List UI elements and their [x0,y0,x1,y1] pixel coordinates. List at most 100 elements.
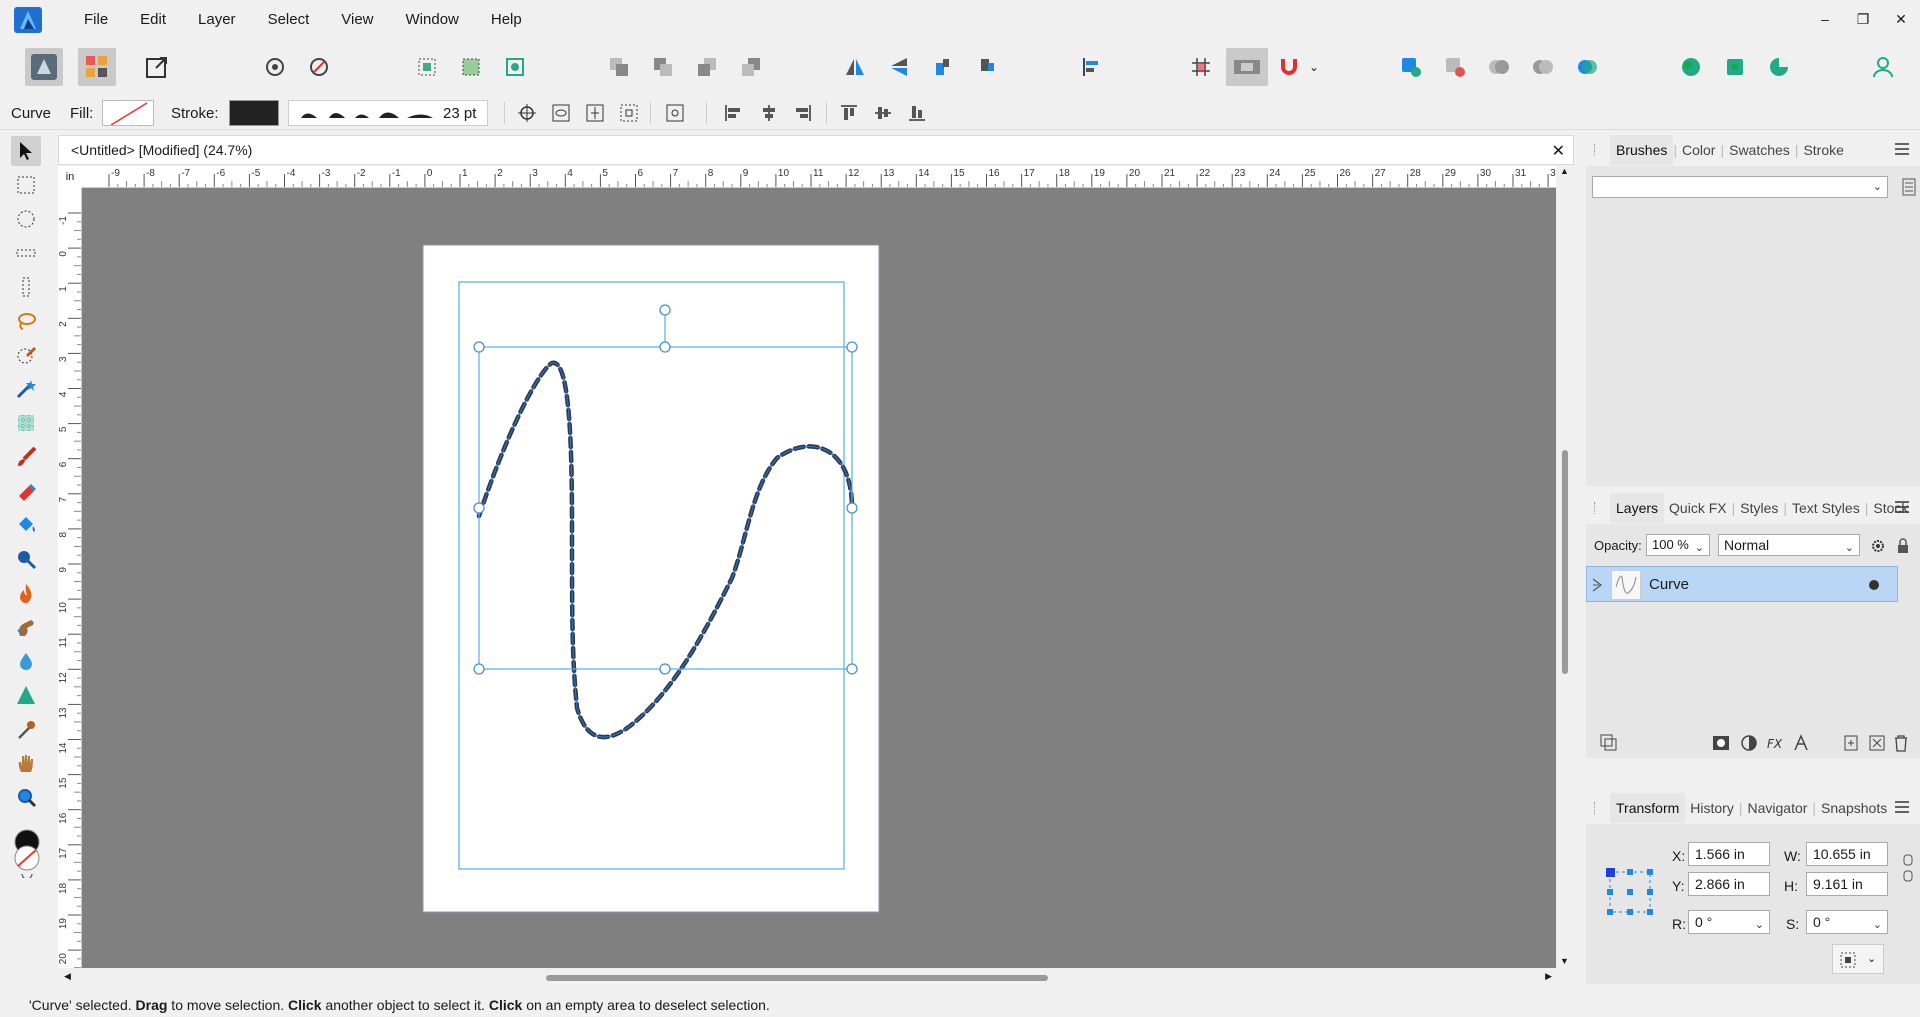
align-left-button[interactable] [720,101,746,125]
view-tool[interactable] [11,748,41,778]
snapping-options-button[interactable] [662,101,688,125]
anchor-point-selector[interactable] [1606,868,1654,916]
brush-category-select[interactable]: ⌄ [1592,176,1888,198]
mask-layer-icon[interactable] [1712,734,1730,752]
color-wells[interactable] [10,828,44,878]
add-layer-icon[interactable] [1842,734,1860,752]
move-tool[interactable] [11,136,41,166]
burn-brush-tool[interactable] [11,578,41,608]
blend-mode-select[interactable]: Normal ⌄ [1718,534,1860,556]
minimize-button[interactable]: – [1806,0,1844,38]
selection-brush-tool[interactable] [11,340,41,370]
adjustment-layer-icon[interactable] [1740,734,1758,752]
panel-menu-icon[interactable] [1894,800,1910,814]
layer-expand-icon[interactable] [1591,577,1603,593]
fill-swatch[interactable] [102,100,154,126]
show-grid-button[interactable] [1182,48,1220,86]
brush-width-control[interactable]: 23 pt [288,100,488,126]
deselect-button[interactable] [452,48,490,86]
canvas-viewport[interactable] [82,188,1556,968]
erase-brush-tool[interactable] [11,476,41,506]
view-mode-button[interactable] [1226,48,1268,86]
move-back-one-button[interactable] [644,48,682,86]
rotation-field[interactable]: 0 ° ⌄ [1688,910,1770,934]
scroll-down-icon[interactable]: ▼ [1560,956,1569,966]
elliptical-marquee-tool[interactable] [11,204,41,234]
tab-quick-fx[interactable]: Quick FX [1664,500,1732,516]
insert-top-button[interactable] [1760,48,1798,86]
y-field[interactable]: 2.866 in [1688,872,1770,896]
select-all-button[interactable] [408,48,446,86]
vertical-scroll-thumb[interactable] [1562,450,1568,674]
tab-history[interactable]: History [1685,800,1739,816]
tab-navigator[interactable]: Navigator [1742,800,1812,816]
xor-boolean-button[interactable] [1524,48,1562,86]
transform-options-button[interactable]: ⌄ [1832,944,1884,974]
rotate-left-button[interactable] [924,48,962,86]
transform-origin-button[interactable] [514,101,540,125]
close-document-icon[interactable]: ✕ [1552,141,1565,161]
fill-tool[interactable] [11,510,41,540]
snapping-toggle-button[interactable] [1270,48,1308,86]
tab-stroke[interactable]: Stroke [1798,142,1848,158]
link-aspect-icon[interactable] [1902,854,1914,882]
alignment-button[interactable] [1072,48,1110,86]
menu-file[interactable]: File [68,0,124,40]
delete-layer-icon[interactable] [1892,734,1910,752]
horizontal-scrollbar[interactable]: ◀ ▶ [58,968,1556,988]
column-marquee-tool[interactable] [11,272,41,302]
export-persona-button[interactable] [138,48,176,86]
layer-arrange-icon[interactable] [1600,734,1618,752]
designer-persona-button[interactable] [25,48,63,86]
document-tab[interactable]: <Untitled> [Modified] (24.7%) ✕ [58,135,1574,165]
tab-text-styles[interactable]: Text Styles [1787,500,1865,516]
divide-boolean-button[interactable] [1568,48,1606,86]
move-forward-one-button[interactable] [688,48,726,86]
rectangular-marquee-tool[interactable] [11,170,41,200]
blur-brush-tool[interactable] [11,646,41,676]
add-group-icon[interactable] [1868,734,1886,752]
menu-edit[interactable]: Edit [124,0,182,40]
paint-brush-tool[interactable] [11,442,41,472]
tab-styles[interactable]: Styles [1735,500,1783,516]
account-button[interactable] [1864,48,1902,86]
restore-button[interactable]: ❐ [1844,0,1882,38]
resize-handle-bottom[interactable] [659,663,671,675]
align-bottom-button[interactable] [904,101,930,125]
tab-snapshots[interactable]: Snapshots [1816,800,1892,816]
width-field[interactable]: 10.655 in [1806,842,1888,866]
layer-visibility-dot[interactable] [1869,580,1879,590]
tab-brushes[interactable]: Brushes [1610,135,1674,165]
resize-handle-bottom-right[interactable] [846,663,858,675]
layer-row-curve[interactable]: Curve [1586,566,1898,602]
resize-handle-bottom-left[interactable] [473,663,485,675]
close-window-button[interactable]: ✕ [1882,0,1920,38]
panel-menu-icon[interactable] [1894,142,1910,156]
snapping-dropdown-button[interactable]: ⌄ [1304,48,1324,86]
resize-handle-left[interactable] [473,502,485,514]
freehand-selection-tool[interactable] [11,306,41,336]
opacity-select[interactable]: 100 % ⌄ [1646,534,1710,556]
lock-icon[interactable] [1896,538,1910,554]
tab-layers[interactable]: Layers [1610,493,1665,523]
resize-handle-top-right[interactable] [846,341,858,353]
insert-inside-button[interactable] [1672,48,1710,86]
scroll-up-icon[interactable]: ▲ [1560,166,1569,176]
height-field[interactable]: 9.161 in [1806,872,1888,896]
add-boolean-button[interactable] [1392,48,1430,86]
zoom-tool[interactable] [11,782,41,812]
clone-brush-tool[interactable] [11,544,41,574]
vertical-scrollbar[interactable]: ▲ ▼ [1556,166,1574,968]
insert-behind-button[interactable] [1716,48,1754,86]
flip-vertical-button[interactable] [880,48,918,86]
color-picker-tool[interactable] [11,714,41,744]
align-center-button[interactable] [756,101,782,125]
menu-window[interactable]: Window [390,0,475,40]
snapping-settings-button[interactable] [256,48,294,86]
panel-menu-icon[interactable] [1894,500,1910,514]
grid-selection-tool[interactable] [11,408,41,438]
subtract-boolean-button[interactable] [1436,48,1474,86]
stroke-swatch[interactable] [229,100,279,126]
resize-handle-top-left[interactable] [473,341,485,353]
menu-layer[interactable]: Layer [182,0,252,40]
